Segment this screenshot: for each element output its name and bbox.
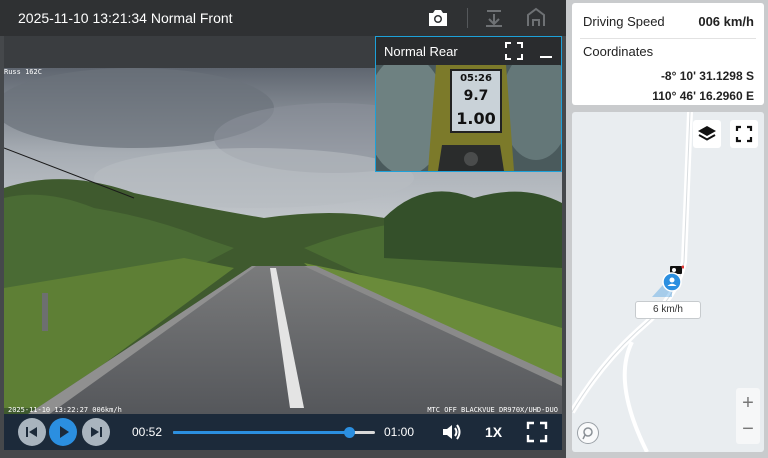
coordinates-label: Coordinates [583, 44, 654, 59]
volume-icon[interactable] [440, 420, 464, 444]
speed-tag: 6 km/h [635, 301, 701, 319]
camera-icon[interactable] [426, 6, 450, 30]
video-player: 2025-11-10 13:21:34 Normal Front Russ 16… [0, 0, 566, 458]
fullscreen-icon[interactable] [730, 120, 758, 148]
right-panel: Driving Speed 006 km/h Coordinates -8° 1… [566, 0, 768, 458]
skip-back-icon[interactable] [18, 418, 46, 446]
front-video-title: 2025-11-10 13:21:34 Normal Front [18, 10, 233, 26]
rear-video-title: Normal Rear [384, 44, 458, 59]
zoom-controls: + − [736, 388, 760, 444]
progress-bar[interactable] [173, 427, 375, 438]
fullscreen-icon[interactable] [525, 420, 549, 444]
gps-speed: 9.7 [463, 88, 489, 104]
location-marker-icon[interactable] [662, 272, 682, 292]
skip-forward-icon[interactable] [82, 418, 110, 446]
osd-label: Russ 162C [4, 68, 42, 76]
driving-speed-label: Driving Speed [583, 14, 665, 29]
osd-timestamp: 2025-11-10 13:22:27 006km/h [8, 406, 122, 414]
vehicle-icon[interactable] [670, 262, 685, 274]
trip-info-card: Driving Speed 006 km/h Coordinates -8° 1… [572, 3, 764, 105]
rear-camera-frame[interactable]: 05:26 9.7 1.00 [376, 65, 561, 171]
download-icon[interactable] [482, 6, 506, 30]
map-logo-icon [577, 422, 599, 444]
longitude-value: 110° 46' 16.2960 E [652, 89, 754, 103]
play-icon[interactable] [49, 418, 77, 446]
progress-handle[interactable] [343, 427, 355, 438]
playback-rate-button[interactable]: 1X [485, 424, 502, 440]
current-time: 00:52 [132, 425, 163, 439]
share-icon[interactable] [524, 6, 548, 30]
layers-icon[interactable] [693, 120, 721, 148]
toolbar-divider [467, 8, 468, 28]
playback-controls: 00:52 01:00 1X [4, 414, 562, 450]
gps-distance: 1.00 [456, 109, 496, 128]
info-divider [580, 38, 756, 39]
gps-time: 05:26 [460, 73, 492, 84]
rear-pip-header: Normal Rear [376, 37, 561, 65]
gps-device-screen: 05:26 9.7 1.00 [450, 69, 502, 133]
driving-speed-value: 006 km/h [698, 14, 754, 29]
fullscreen-icon[interactable] [504, 41, 524, 61]
osd-model: MTC OFF BLACKVUE DR970X/UHD-DUO [427, 406, 558, 414]
zoom-in-button[interactable]: + [736, 390, 760, 416]
progress-fill [173, 431, 349, 434]
latitude-value: -8° 10' 31.1298 S [660, 69, 754, 83]
total-time: 01:00 [384, 425, 415, 439]
player-toolbar: 2025-11-10 13:21:34 Normal Front [0, 0, 566, 36]
video-area[interactable]: Russ 162C 2025-11-10 13:22:27 006km/h MT… [4, 36, 562, 418]
rear-camera-pip[interactable]: Normal Rear 05:26 9.7 1.00 [375, 36, 562, 172]
map-view[interactable]: 6 km/h + − [572, 112, 764, 452]
minimize-icon[interactable] [538, 41, 554, 61]
zoom-out-button[interactable]: − [736, 416, 760, 442]
